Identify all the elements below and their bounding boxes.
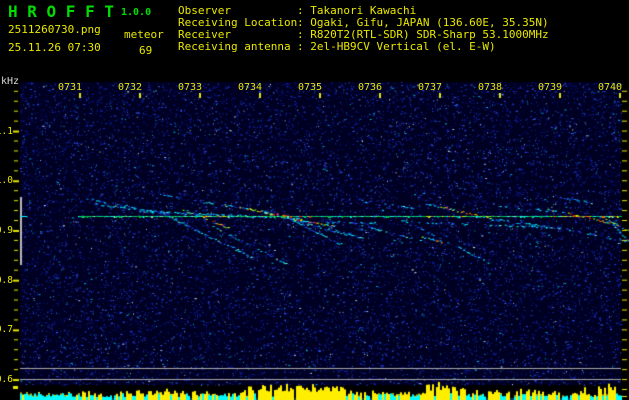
info-label: Receiver	[178, 28, 231, 41]
info-label: Receiving Location	[178, 16, 298, 29]
station-info: Observer: Takanori Kawachi Receiving Loca…	[178, 5, 549, 53]
freq-axis: 1.1 1.0 0.9 0.8 0.7 0.6	[0, 0, 13, 400]
app-title: H R O F F T	[8, 2, 114, 21]
time-tick-label: 0733	[177, 82, 203, 93]
freq-tick-label: 0.9	[0, 224, 13, 236]
station-info-row: Receiving antenna : 2el-HB9CV Vertical (e…	[178, 41, 549, 53]
info-label: Receiving antenna	[178, 40, 291, 53]
info-value: : 2el-HB9CV Vertical (el. E-W)	[297, 40, 496, 53]
time-tick-label: 0732	[117, 82, 143, 93]
time-tick-label: 0731	[57, 82, 83, 93]
time-tick-label: 0740	[597, 82, 623, 93]
freq-tick-label: 0.6	[0, 374, 13, 385]
time-tick-label: 0738	[477, 82, 503, 93]
hrofft-window: H R O F F T 1.0.0 2511260730.png meteor …	[0, 0, 629, 400]
spectrogram-canvas	[0, 0, 629, 400]
freq-tick-label: 1.0	[0, 175, 13, 187]
time-tick-label: 0734	[237, 82, 263, 93]
time-tick-label: 0736	[357, 82, 383, 93]
info-label: Observer	[178, 4, 231, 17]
freq-tick-label: 0.8	[0, 274, 13, 286]
echo-count: 69	[139, 44, 153, 57]
datetime-label: 25.11.26 07:30	[8, 41, 101, 54]
time-tick-label: 0739	[537, 82, 563, 93]
time-tick-label: 0735	[297, 82, 323, 93]
freq-tick-label: 1.1	[0, 125, 13, 137]
time-tick-label: 0737	[417, 82, 443, 93]
freq-tick-label: 0.7	[0, 324, 13, 336]
output-filename: 2511260730.png	[8, 23, 101, 36]
app-version: 1.0.0	[121, 7, 152, 18]
mode-label: meteor	[124, 28, 164, 41]
